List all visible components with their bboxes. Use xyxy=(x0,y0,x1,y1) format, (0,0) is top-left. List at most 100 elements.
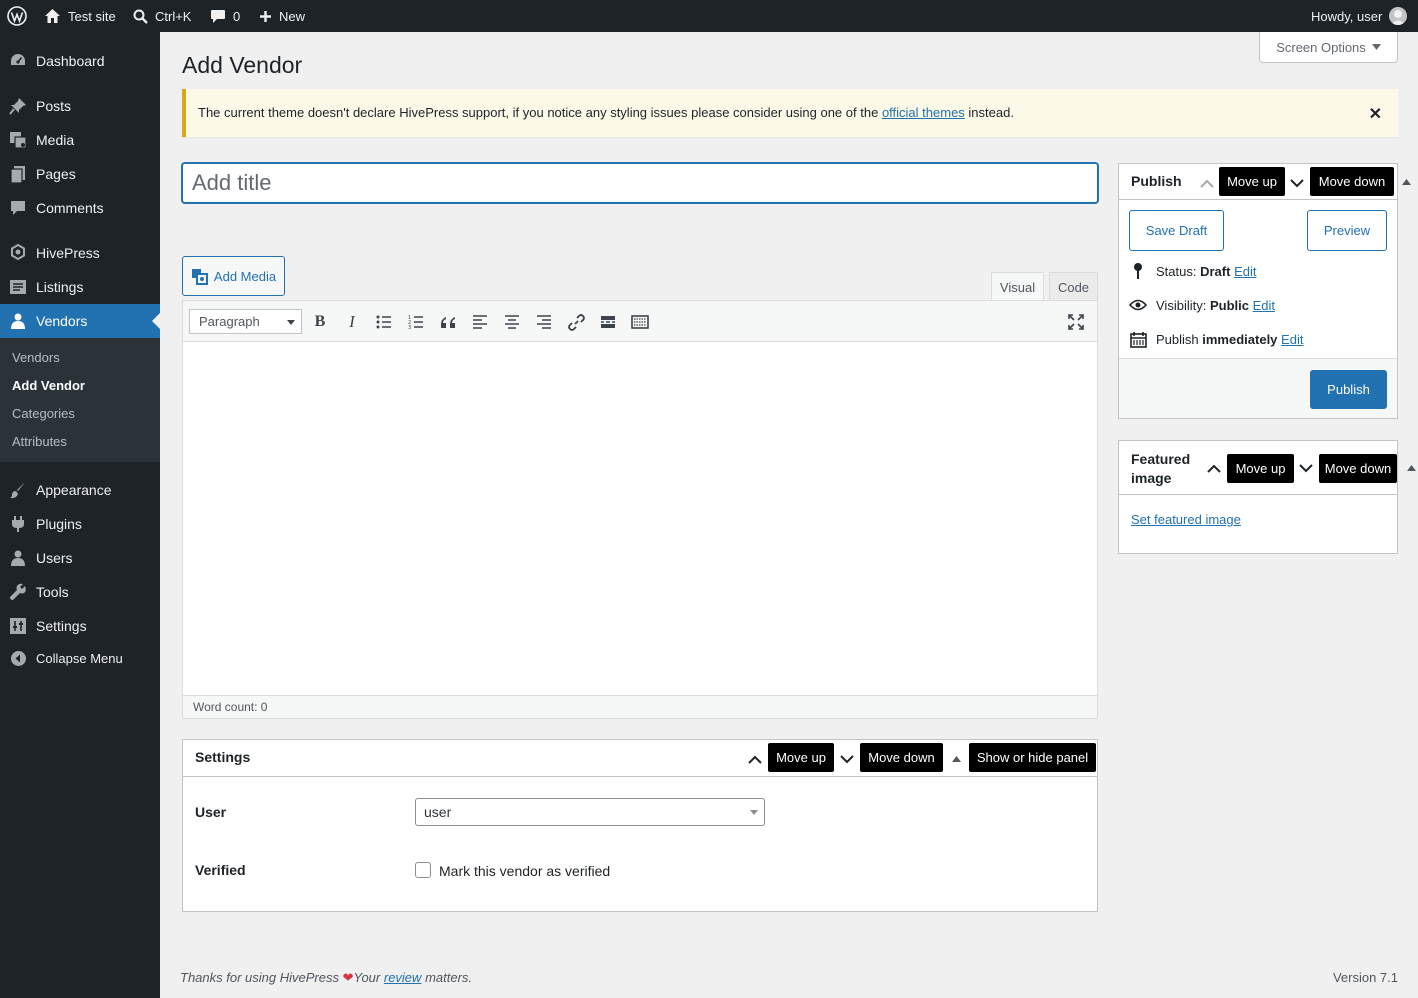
verified-field-label: Verified xyxy=(195,862,246,878)
dismiss-notice-button[interactable]: ✕ xyxy=(1369,104,1382,124)
user-field-label: User xyxy=(195,804,227,820)
sidebar-item-comments[interactable]: Comments xyxy=(0,191,160,225)
site-name-link[interactable]: Test site xyxy=(44,0,116,32)
verified-checkbox[interactable] xyxy=(415,862,431,878)
my-account-link[interactable]: Howdy, user xyxy=(1311,0,1408,32)
sidebar-item-pages[interactable]: Pages xyxy=(0,157,160,191)
tab-visual[interactable]: Visual xyxy=(991,272,1044,301)
sidebar-item-dashboard[interactable]: Dashboard xyxy=(0,44,160,78)
add-media-button[interactable]: Add Media xyxy=(182,256,285,296)
submenu-item-categories[interactable]: Categories xyxy=(12,406,75,421)
submenu-item-vendors[interactable]: Vendors xyxy=(12,350,60,365)
numbered-list-icon[interactable]: 123 xyxy=(405,311,427,333)
new-content-link[interactable]: New xyxy=(259,0,305,32)
sidebar-item-hivepress[interactable]: HivePress xyxy=(0,236,160,270)
title-input[interactable] xyxy=(181,162,1099,204)
review-link[interactable]: review xyxy=(384,970,422,985)
word-count: Word count: 0 xyxy=(183,695,1097,718)
notice-text-before: The current theme doesn't declare HivePr… xyxy=(198,105,879,120)
collapse-menu-button[interactable]: Collapse Menu xyxy=(0,641,160,675)
plus-icon xyxy=(259,10,272,23)
sidebar-item-label: Users xyxy=(36,550,73,566)
caret-up-icon[interactable] xyxy=(1399,172,1413,192)
official-themes-link[interactable]: official themes xyxy=(882,105,965,120)
edit-visibility-link[interactable]: Edit xyxy=(1253,298,1275,313)
command-palette-button[interactable]: Ctrl+K xyxy=(133,0,191,32)
calendar-icon xyxy=(1129,330,1147,348)
chevron-down-icon[interactable] xyxy=(1288,173,1306,193)
wordpress-logo-icon[interactable] xyxy=(7,0,27,32)
editor-content-area[interactable] xyxy=(183,342,1097,695)
publish-date-value: immediately xyxy=(1202,331,1278,347)
chevron-up-icon[interactable] xyxy=(1205,458,1223,478)
sidebar-item-label: Settings xyxy=(36,618,87,634)
format-select[interactable]: Paragraph xyxy=(189,309,302,334)
user-select[interactable]: user xyxy=(415,798,765,826)
home-icon xyxy=(44,8,61,24)
chevron-up-icon[interactable] xyxy=(746,749,764,769)
chevron-up-icon[interactable] xyxy=(1198,173,1216,193)
sidebar-item-appearance[interactable]: Appearance xyxy=(0,473,160,507)
status-row: Status: Draft Edit xyxy=(1129,262,1256,280)
sidebar-item-media[interactable]: Media xyxy=(0,123,160,157)
link-icon[interactable] xyxy=(565,311,587,333)
featured-title-line1: Featured xyxy=(1131,451,1191,467)
search-shortcut: Ctrl+K xyxy=(155,8,192,24)
set-featured-image-link[interactable]: Set featured image xyxy=(1131,512,1241,527)
status-value: Draft xyxy=(1200,263,1231,279)
italic-icon[interactable]: I xyxy=(341,311,363,333)
publish-button[interactable]: Publish xyxy=(1310,370,1387,409)
bold-icon[interactable]: B xyxy=(309,311,331,333)
media-icon xyxy=(191,268,208,285)
submenu-item-attributes[interactable]: Attributes xyxy=(12,434,67,449)
editor-toolbar: Paragraph B I 123 xyxy=(183,301,1097,342)
verified-checkbox-label[interactable]: Mark this vendor as verified xyxy=(439,863,610,879)
preview-button[interactable]: Preview xyxy=(1307,210,1387,251)
edit-date-link[interactable]: Edit xyxy=(1281,332,1303,347)
fullscreen-icon[interactable] xyxy=(1065,311,1087,333)
read-more-icon[interactable] xyxy=(597,311,619,333)
chevron-down-icon[interactable] xyxy=(1297,458,1315,478)
avatar xyxy=(1389,7,1408,25)
pushpin-icon xyxy=(0,97,36,115)
caret-up-icon[interactable] xyxy=(1404,458,1418,478)
move-up-tooltip: Move up xyxy=(768,743,834,772)
comment-icon xyxy=(0,199,36,217)
featured-image-box: Featured image Move up Move down Set fea… xyxy=(1118,440,1398,554)
sidebar-item-settings[interactable]: Settings xyxy=(0,609,160,643)
caret-up-icon[interactable] xyxy=(949,749,963,769)
toggle-panel-tooltip: Show or hide panel xyxy=(969,743,1096,772)
move-down-tooltip: Move down xyxy=(1310,167,1394,196)
bullet-list-icon[interactable] xyxy=(373,311,395,333)
footer-version: Version 7.1 xyxy=(1332,970,1398,985)
chevron-down-icon[interactable] xyxy=(838,749,856,769)
search-icon xyxy=(133,9,148,24)
sidebar-item-vendors[interactable]: Vendors xyxy=(0,304,160,338)
sidebar-item-label: Tools xyxy=(36,584,69,600)
tab-code[interactable]: Code xyxy=(1049,272,1098,301)
sidebar-item-listings[interactable]: Listings xyxy=(0,270,160,304)
sidebar-item-label: Vendors xyxy=(36,313,88,329)
screen-options-button[interactable]: Screen Options xyxy=(1259,32,1398,63)
greeting: Howdy, user xyxy=(1311,8,1383,24)
save-draft-button[interactable]: Save Draft xyxy=(1129,210,1224,251)
vendor-icon xyxy=(0,312,36,330)
featured-image-box-title: Featured image xyxy=(1131,450,1190,488)
sidebar-item-plugins[interactable]: Plugins xyxy=(0,507,160,541)
align-center-icon[interactable] xyxy=(501,311,523,333)
blockquote-icon[interactable] xyxy=(437,311,459,333)
move-up-tooltip: Move up xyxy=(1227,454,1294,483)
comments-link[interactable]: 0 xyxy=(210,0,240,32)
align-right-icon[interactable] xyxy=(533,311,555,333)
toolbar-toggle-icon[interactable] xyxy=(629,311,651,333)
sidebar-item-label: Dashboard xyxy=(36,53,105,69)
sidebar-item-posts[interactable]: Posts xyxy=(0,89,160,123)
settings-box: Settings Move up Move down Show or hide … xyxy=(182,739,1098,912)
sidebar-item-users[interactable]: Users xyxy=(0,541,160,575)
align-left-icon[interactable] xyxy=(469,311,491,333)
submenu-item-add-vendor[interactable]: Add Vendor xyxy=(12,378,85,393)
edit-status-link[interactable]: Edit xyxy=(1234,264,1256,279)
sidebar-item-tools[interactable]: Tools xyxy=(0,575,160,609)
footer-thanks: Thanks for using HivePress ❤Your review … xyxy=(180,970,472,986)
site-name: Test site xyxy=(68,8,116,24)
